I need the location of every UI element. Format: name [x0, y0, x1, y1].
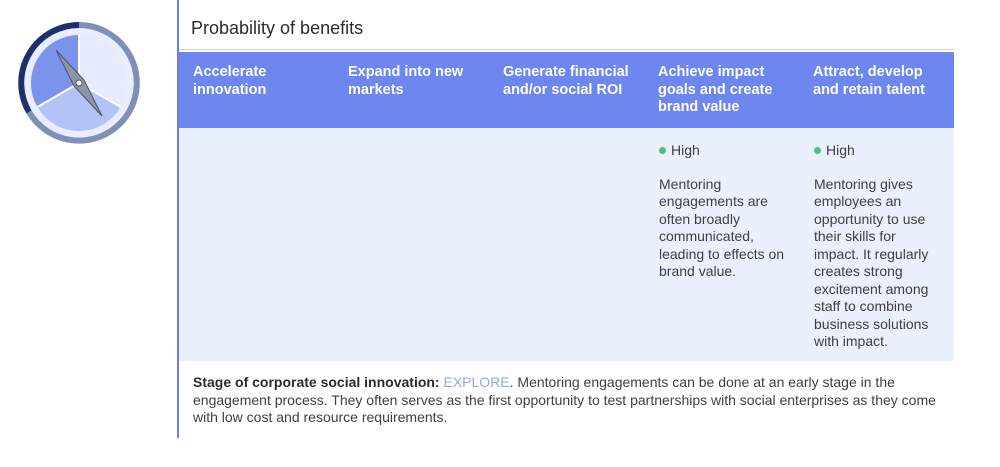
column-header: Achieve impact goals and create brand va… — [658, 64, 773, 115]
table-cell — [489, 128, 644, 361]
benefits-table: Accelerate innovation Expand into new ma… — [179, 52, 954, 361]
stage-value: EXPLORE — [443, 374, 510, 390]
column-header: Generate financial and/or social ROI — [503, 64, 629, 98]
cell-description: Mentoring gives employees an opportunity… — [814, 175, 929, 350]
table-cell — [179, 128, 334, 361]
probability-level-label: High — [826, 142, 855, 158]
stage-description: Stage of corporate social innovation: EX… — [193, 374, 938, 427]
compass-icon — [18, 22, 140, 144]
table-cell: High Mentoring gives employees an opport… — [799, 128, 954, 361]
table-row: High Mentoring engagements are often bro… — [179, 128, 954, 361]
column-header: Expand into new markets — [348, 64, 464, 98]
page-title: Probability of benefits — [191, 18, 364, 38]
table-header-row: Accelerate innovation Expand into new ma… — [179, 52, 954, 128]
stage-label: Stage of corporate social innovation: — [193, 374, 440, 390]
cell-description: Mentoring engagements are often broadly … — [659, 175, 785, 280]
column-header: Accelerate innovation — [193, 64, 267, 98]
column-header: Attract, develop and retain talent — [813, 64, 925, 98]
table-cell — [334, 128, 489, 361]
probability-level: High — [814, 142, 944, 160]
status-dot-icon — [814, 147, 821, 155]
probability-level-label: High — [671, 142, 700, 158]
table-cell: High Mentoring engagements are often bro… — [644, 128, 799, 361]
title-divider — [179, 49, 954, 50]
status-dot-icon — [659, 147, 666, 155]
probability-level: High — [659, 142, 789, 160]
